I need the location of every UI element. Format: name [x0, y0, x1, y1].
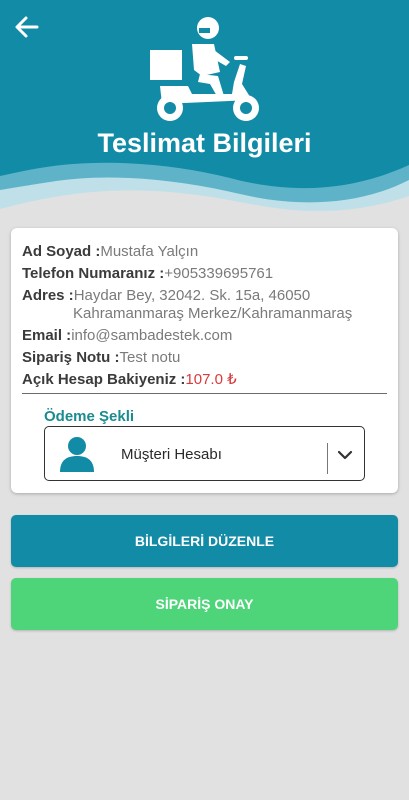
email-row: Email :info@sambadestek.com — [22, 326, 232, 345]
arrow-left-icon — [15, 16, 39, 38]
confirm-order-button[interactable]: SİPARİŞ ONAY — [11, 578, 398, 630]
note-label: Sipariş Notu : — [22, 349, 120, 366]
person-icon — [60, 437, 94, 472]
select-separator — [327, 443, 328, 474]
payment-method-value: Müşteri Hesabı — [121, 446, 222, 463]
note-value: Test notu — [119, 349, 181, 366]
divider — [22, 393, 387, 394]
balance-row: Açık Hesap Bakiyeniz :107.0 ₺ — [22, 370, 237, 389]
balance-value: 107.0 ₺ — [185, 371, 237, 388]
delivery-info-card: Ad Soyad :Mustafa Yalçın Telefon Numaran… — [11, 228, 398, 493]
payment-method-select[interactable]: Müşteri Hesabı — [44, 426, 365, 481]
name-value: Mustafa Yalçın — [100, 243, 199, 260]
balance-label: Açık Hesap Bakiyeniz : — [22, 371, 186, 388]
address-row: Adres :Haydar Bey, 32042. Sk. 15a, 46050 — [22, 286, 310, 305]
address-line2: Kahramanmaraş Merkez/Kahramanmaraş — [73, 305, 353, 322]
chevron-down-icon — [337, 450, 353, 460]
note-row: Sipariş Notu :Test notu — [22, 348, 180, 367]
name-label: Ad Soyad : — [22, 243, 101, 260]
phone-value: +905339695761 — [164, 265, 274, 282]
back-button[interactable] — [12, 12, 42, 42]
delivery-scooter-icon — [150, 17, 259, 121]
email-value: info@sambadestek.com — [71, 327, 233, 344]
email-label: Email : — [22, 327, 72, 344]
page-title: Teslimat Bilgileri — [97, 128, 312, 158]
header: Teslimat Bilgileri — [0, 0, 409, 225]
phone-label: Telefon Numaranız : — [22, 265, 165, 282]
address-line1: Haydar Bey, 32042. Sk. 15a, 46050 — [73, 287, 311, 304]
edit-info-button[interactable]: BİLGİLERİ DÜZENLE — [11, 515, 398, 567]
payment-method-label: Ödeme Şekli — [44, 408, 135, 425]
address-label: Adres : — [22, 287, 74, 304]
name-row: Ad Soyad :Mustafa Yalçın — [22, 242, 198, 261]
phone-row: Telefon Numaranız :+905339695761 — [22, 264, 273, 283]
